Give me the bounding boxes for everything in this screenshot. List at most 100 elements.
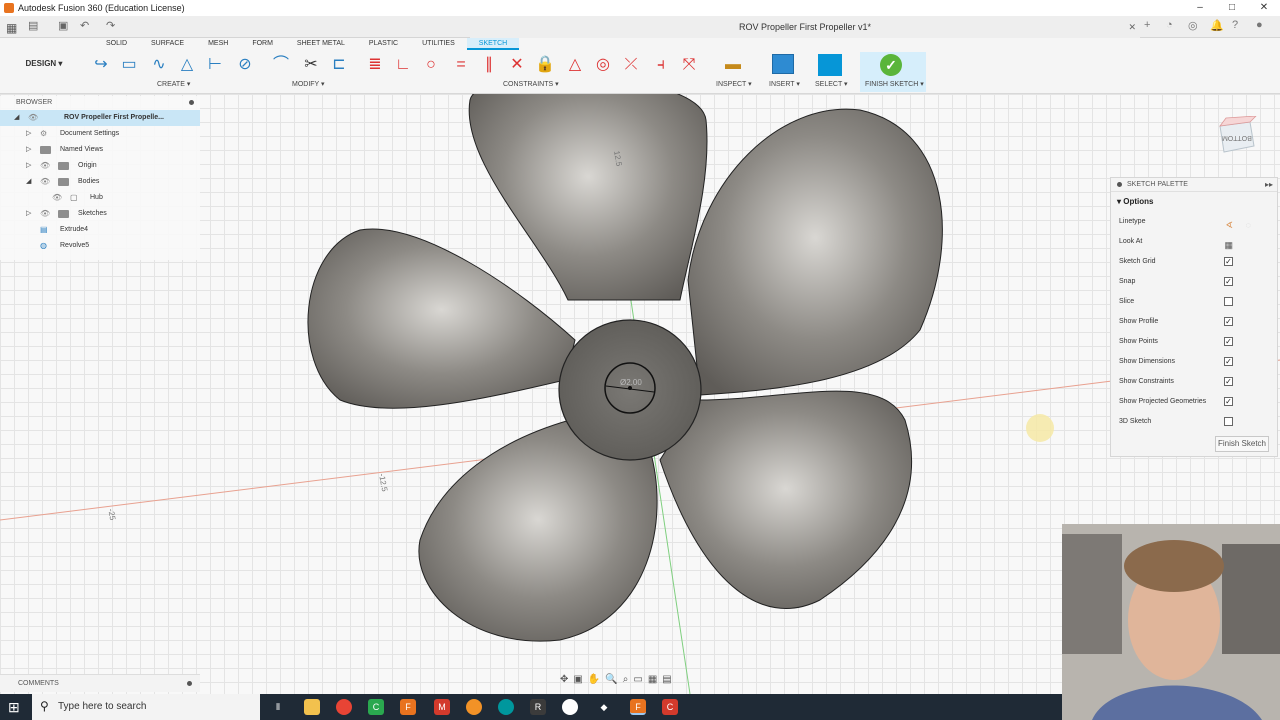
tab-mesh[interactable]: MESH (196, 38, 240, 50)
document-tab[interactable]: ROV Propeller First Propeller v1* ✕ (470, 16, 1140, 38)
options-section[interactable]: ▾ Options (1111, 192, 1277, 212)
redo-icon[interactable]: ↷ (106, 19, 115, 32)
tab-solid[interactable]: SOLID (94, 38, 139, 50)
constraints-menu[interactable]: CONSTRAINTS ▾ (503, 80, 559, 88)
expand-icon[interactable]: ▷ (26, 142, 31, 158)
collapse-icon[interactable]: ◢ (14, 110, 19, 126)
browser-item-document-settings[interactable]: ▷ ⚙ Document Settings (0, 126, 200, 142)
show-dimensions-checkbox[interactable]: ✓ (1224, 357, 1233, 366)
slice-checkbox[interactable] (1224, 297, 1233, 306)
inspect-menu[interactable]: INSPECT ▾ (716, 80, 752, 88)
visibility-icon[interactable]: 👁 (28, 110, 38, 126)
fix-constraint-icon[interactable]: ≣ (364, 54, 386, 76)
select-menu[interactable]: SELECT ▾ (815, 80, 848, 88)
browser-root-item[interactable]: ◢ 👁 ROV Propeller First Propelle... (0, 110, 200, 126)
view-cube[interactable]: BOTTOM (1214, 115, 1262, 158)
show-projected-geometries-checkbox[interactable]: ✓ (1224, 397, 1233, 406)
grid-settings-icon[interactable]: ▦ (648, 674, 657, 690)
app-icon-orange[interactable] (466, 699, 482, 715)
browser-header[interactable]: BROWSER (0, 96, 200, 110)
camtasia-icon[interactable]: C (368, 699, 384, 715)
tab-sketch[interactable]: SKETCH (466, 38, 520, 50)
tab-plastic[interactable]: PLASTIC (357, 38, 410, 50)
expand-icon[interactable]: ▷ (26, 126, 31, 142)
browser-item-origin[interactable]: ▷ 👁 Origin (0, 158, 200, 174)
pan-icon[interactable]: ✋ (588, 674, 600, 690)
comments-panel[interactable]: COMMENTS (0, 674, 200, 692)
expand-icon[interactable]: ▷ (26, 206, 31, 222)
horizontal-constraint-icon[interactable]: ⤧ (678, 54, 700, 76)
collinear-constraint-icon[interactable]: ⫞ (650, 54, 672, 76)
expand-arrow-icon[interactable]: ▸▸ (1265, 178, 1273, 192)
comments-pin-icon[interactable] (187, 681, 192, 686)
design-workspace-menu[interactable]: DESIGN ▾ (10, 50, 78, 78)
visibility-icon[interactable]: 👁 (40, 206, 50, 222)
extensions-icon[interactable]: ◎ (1188, 19, 1198, 32)
visibility-icon[interactable]: 👁 (40, 174, 50, 190)
select-tool-icon[interactable] (818, 54, 842, 76)
tab-sheet-metal[interactable]: SHEET METAL (285, 38, 357, 50)
dimension-tool-icon[interactable]: ⊢ (204, 54, 226, 76)
show-profile-checkbox[interactable]: ✓ (1224, 317, 1233, 326)
help-icon[interactable]: ? (1232, 19, 1238, 31)
show-constraints-checkbox[interactable]: ✓ (1224, 377, 1233, 386)
spline-tool-icon[interactable]: ∿ (148, 54, 170, 76)
display-settings-icon[interactable]: ▭ (633, 674, 642, 690)
viewports-icon[interactable]: ▤ (662, 674, 671, 690)
snap-checkbox[interactable]: ✓ (1224, 277, 1233, 286)
3d-sketch-checkbox[interactable] (1224, 417, 1233, 426)
insert-menu[interactable]: INSERT ▾ (769, 80, 800, 88)
windows-start-icon[interactable]: ⊞ (8, 699, 20, 716)
data-panel-icon[interactable]: ▦ (6, 21, 17, 35)
save-icon[interactable]: ▣ (58, 19, 68, 32)
document-tab-close[interactable]: ✕ (1128, 16, 1136, 38)
arduino-icon[interactable] (498, 699, 514, 715)
tab-form[interactable]: FORM (240, 38, 285, 50)
coincident-constraint-icon[interactable]: ⤫ (620, 54, 642, 76)
tangent-constraint-icon[interactable]: ○ (420, 54, 442, 76)
visibility-icon[interactable]: 👁 (52, 190, 62, 206)
trim-tool-icon[interactable]: ✂ (300, 54, 322, 76)
close-button[interactable]: ✕ (1248, 0, 1280, 16)
file-explorer-icon[interactable] (304, 699, 320, 715)
tab-surface[interactable]: SURFACE (139, 38, 196, 50)
fillet-tool-icon[interactable]: ⌒ (270, 54, 292, 76)
rectangle-tool-icon[interactable]: ▭ (118, 54, 140, 76)
app-icon-c[interactable]: C (662, 699, 678, 715)
symmetry-constraint-icon[interactable]: △ (564, 54, 586, 76)
browser-item-extrude4[interactable]: ▤ Extrude4 (0, 222, 200, 238)
job-status-icon[interactable]: ◔ (1166, 19, 1173, 31)
chrome-icon[interactable] (336, 699, 352, 715)
app-icon-r[interactable]: R (530, 699, 546, 715)
notifications-icon[interactable]: 🔔 (1210, 19, 1224, 32)
app-icon-white[interactable] (562, 699, 578, 715)
line-tool-icon[interactable]: ↪ (90, 54, 112, 76)
show-points-checkbox[interactable]: ✓ (1224, 337, 1233, 346)
hub-diameter-label[interactable]: Ø2.00 (620, 378, 642, 387)
pin-icon[interactable] (1117, 182, 1122, 187)
app-icon-m[interactable]: M (434, 699, 450, 715)
tab-utilities[interactable]: UTILITIES (410, 38, 467, 50)
collapse-icon[interactable]: ◢ (26, 174, 31, 190)
browser-pin-icon[interactable] (189, 100, 194, 105)
modify-menu[interactable]: MODIFY ▾ (292, 80, 325, 88)
finish-sketch-menu[interactable]: FINISH SKETCH ▾ (865, 80, 924, 88)
app-icon-nav[interactable]: ◆ (596, 699, 612, 715)
lock-constraint-icon[interactable]: 🔒 (534, 54, 556, 76)
sketch-palette-header[interactable]: SKETCH PALETTE ▸▸ (1111, 178, 1277, 192)
task-view-icon[interactable]: ⫴ (270, 699, 286, 715)
perpendicular-constraint-icon[interactable]: ∟ (392, 54, 414, 76)
taskbar-search[interactable]: ⚲ Type here to search (32, 694, 260, 720)
midpoint-constraint-icon[interactable]: ✕ (506, 54, 528, 76)
parallel-constraint-icon[interactable]: ∥ (478, 54, 500, 76)
look-at-nav-icon[interactable]: ▣ (573, 674, 582, 690)
browser-item-sketches[interactable]: ▷ 👁 Sketches (0, 206, 200, 222)
browser-item-revolve5[interactable]: ◍ Revolve5 (0, 238, 200, 254)
concentric-constraint-icon[interactable]: ◎ (592, 54, 614, 76)
circle-tool-icon[interactable]: ⊘ (234, 54, 256, 76)
dimension-label-far-left[interactable]: -25 (106, 508, 117, 521)
file-icon[interactable]: ▤ (28, 19, 38, 32)
browser-item-named-views[interactable]: ▷ Named Views (0, 142, 200, 158)
measure-tool-icon[interactable]: ▬ (722, 54, 744, 76)
offset-tool-icon[interactable]: ⊏ (328, 54, 350, 76)
